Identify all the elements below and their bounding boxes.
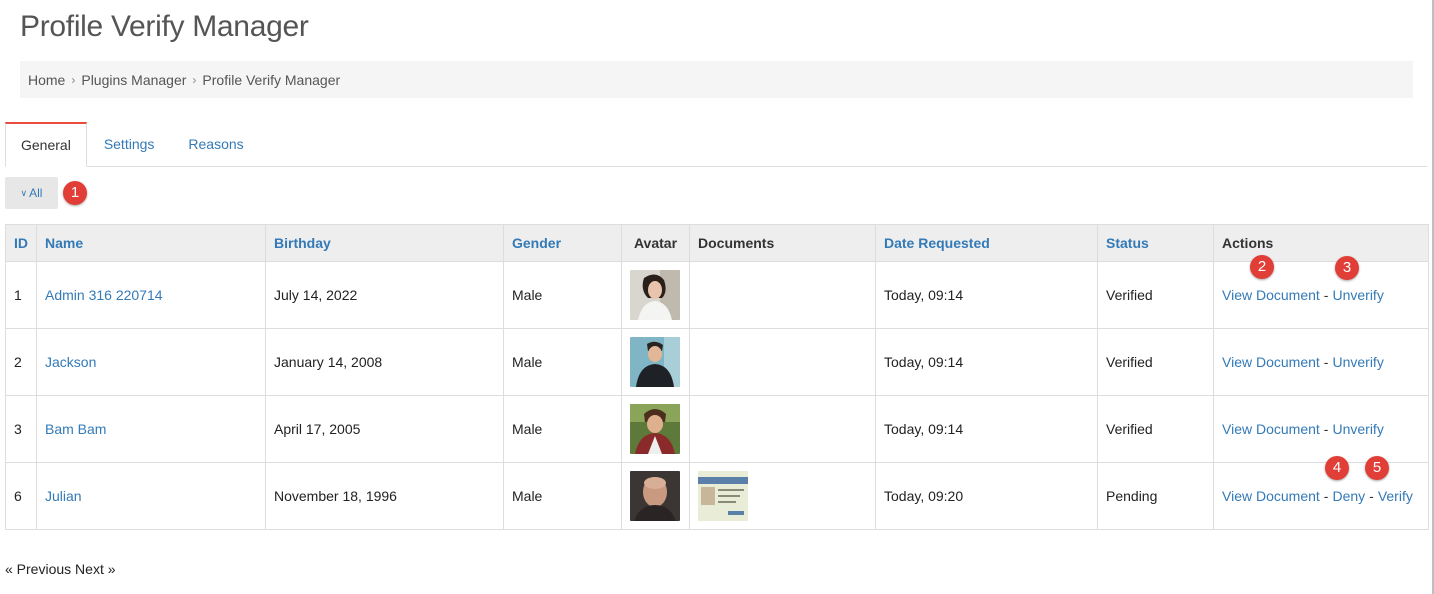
avatar[interactable] [630,270,680,320]
row-id: 1 [5,261,37,329]
table-row: 1 Admin 316 220714 July 14, 2022 Male To… [5,261,1429,329]
row-actions: View Document - Unverify [1213,395,1429,463]
row-documents [689,395,876,463]
unverify-link[interactable]: Unverify [1332,287,1383,303]
row-gender: Male [503,261,622,329]
row-birthday: July 14, 2022 [265,261,504,329]
unverify-link[interactable]: Unverify [1332,421,1383,437]
row-status: Verified [1097,328,1214,396]
row-id: 2 [5,328,37,396]
view-document-link[interactable]: View Document [1222,354,1320,370]
col-header-avatar: Avatar [621,224,690,262]
tab-settings[interactable]: Settings [87,122,172,166]
row-name-link[interactable]: Bam Bam [45,421,106,437]
id-document-thumbnail[interactable] [698,471,748,521]
verify-link[interactable]: Verify [1378,488,1413,504]
callout-marker-5: 5 [1365,456,1389,480]
callout-marker-3: 3 [1335,256,1359,280]
row-id: 3 [5,395,37,463]
row-status: Verified [1097,261,1214,329]
row-name-link[interactable]: Julian [45,488,82,504]
avatar[interactable] [630,337,680,387]
view-document-link[interactable]: View Document [1222,488,1320,504]
breadcrumb: Home › Plugins Manager › Profile Verify … [20,61,1413,98]
col-header-date-requested[interactable]: Date Requested [875,224,1098,262]
table-row: 3 Bam Bam April 17, 2005 Male Today, 09:… [5,395,1429,463]
row-status: Pending [1097,462,1214,530]
tab-bar: General Settings Reasons [5,122,1427,167]
row-date-requested: Today, 09:20 [875,462,1098,530]
col-header-gender[interactable]: Gender [503,224,622,262]
row-actions: View Document - Unverify [1213,261,1429,329]
tab-general[interactable]: General [5,122,87,167]
row-actions: View Document - Deny - Verify [1213,462,1429,530]
avatar[interactable] [630,471,680,521]
col-header-id[interactable]: ID [5,224,37,262]
deny-link[interactable]: Deny [1332,488,1365,504]
row-name-link[interactable]: Admin 316 220714 [45,287,163,303]
table-row: 6 Julian November 18, 1996 Male Today, 0… [5,462,1429,530]
col-header-actions: Actions [1213,224,1429,262]
chevron-right-icon: › [192,72,197,87]
row-documents [689,261,876,329]
breadcrumb-plugins-manager[interactable]: Plugins Manager [81,72,186,88]
callout-marker-4: 4 [1325,456,1349,480]
row-status: Verified [1097,395,1214,463]
row-date-requested: Today, 09:14 [875,395,1098,463]
avatar[interactable] [630,404,680,454]
row-birthday: November 18, 1996 [265,462,504,530]
row-birthday: April 17, 2005 [265,395,504,463]
previous-page-link[interactable]: « Previous [5,561,71,577]
breadcrumb-home[interactable]: Home [28,72,65,88]
row-gender: Male [503,328,622,396]
row-date-requested: Today, 09:14 [875,328,1098,396]
table-row: 2 Jackson January 14, 2008 Male Today, 0… [5,328,1429,396]
row-gender: Male [503,395,622,463]
next-page-link[interactable]: Next » [75,561,115,577]
callout-marker-2: 2 [1250,255,1274,279]
table-header-row: ID Name Birthday Gender Avatar Documents… [5,224,1429,262]
row-gender: Male [503,462,622,530]
row-documents [689,328,876,396]
row-date-requested: Today, 09:14 [875,261,1098,329]
chevron-right-icon: › [71,72,76,87]
unverify-link[interactable]: Unverify [1332,354,1383,370]
col-header-name[interactable]: Name [36,224,266,262]
row-name-link[interactable]: Jackson [45,354,96,370]
page-title: Profile Verify Manager [20,10,309,43]
verify-requests-table: ID Name Birthday Gender Avatar Documents… [5,224,1429,530]
row-actions: View Document - Unverify [1213,328,1429,396]
view-document-link[interactable]: View Document [1222,287,1320,303]
callout-marker-1: 1 [63,181,87,205]
view-document-link[interactable]: View Document [1222,421,1320,437]
row-id: 6 [5,462,37,530]
col-header-status[interactable]: Status [1097,224,1214,262]
filter-label: All [29,186,43,200]
col-header-documents: Documents [689,224,876,262]
chevron-down-icon: ∨ [20,187,28,198]
filter-dropdown-button[interactable]: ∨ All [5,177,58,209]
row-birthday: January 14, 2008 [265,328,504,396]
col-header-birthday[interactable]: Birthday [265,224,504,262]
pagination: « Previous Next » [5,561,116,577]
tab-reasons[interactable]: Reasons [171,122,260,166]
breadcrumb-current: Profile Verify Manager [202,71,341,88]
row-documents [689,462,876,530]
